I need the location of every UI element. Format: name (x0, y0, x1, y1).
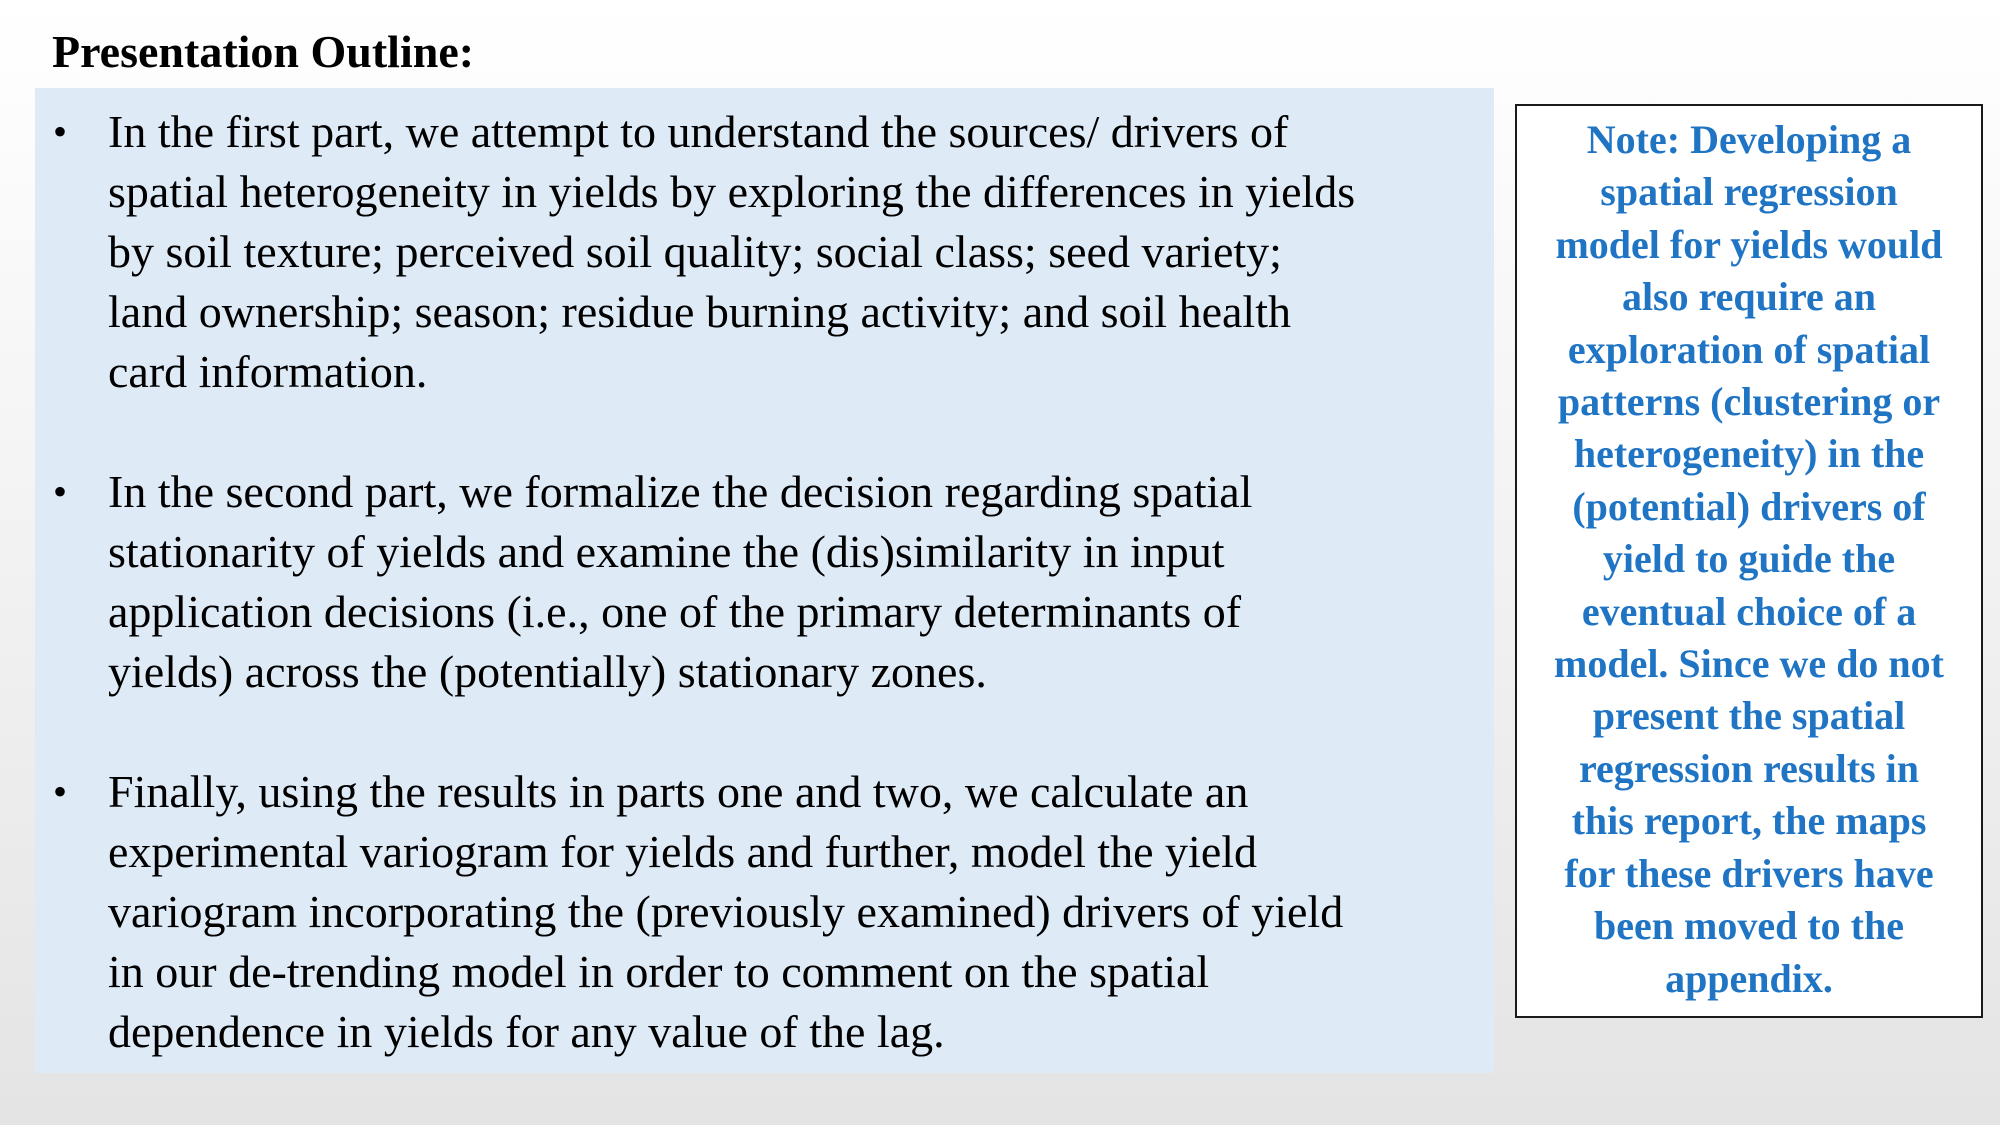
note-line: spatial regression (1600, 169, 1898, 215)
note-line: eventual choice of a (1581, 588, 1917, 634)
bullet-text: Finally, using the results in parts one … (108, 762, 1508, 1062)
note-line: (potential) drivers of (1572, 483, 1926, 529)
note-line: been moved to the (1594, 903, 1904, 949)
bullet-dot: • (53, 469, 68, 514)
note-box: Note: Developing a spatial regression mo… (1515, 104, 1983, 1018)
bullet-text-line: land ownership; season; residue burning … (108, 286, 1291, 337)
bullet-text-line: in our de-trending model in order to com… (108, 946, 1210, 997)
bullet-dot: • (53, 109, 68, 154)
bullet-text-line: experimental variogram for yields and fu… (108, 826, 1258, 877)
bullet-text: In the second part, we formalize the dec… (108, 462, 1508, 702)
bullet-text-line: stationarity of yields and examine the (… (108, 526, 1225, 577)
bullet-text: In the first part, we attempt to underst… (108, 102, 1508, 402)
note-line: yield to guide the (1602, 536, 1896, 582)
note-line: also require an (1621, 274, 1877, 320)
bullet-text-line: spatial heterogeneity in yields by explo… (108, 166, 1356, 217)
bullet-text-line: by soil texture; perceived soil quality;… (108, 226, 1282, 277)
note-line: this report, the maps (1571, 798, 1927, 844)
note-line: patterns (clustering or (1557, 379, 1941, 425)
bullet-text-line: In the first part, we attempt to underst… (108, 106, 1289, 157)
bullet-dot: • (53, 769, 68, 814)
bullet-text-line: card information. (108, 346, 428, 397)
note-line: model for yields would (1555, 221, 1943, 267)
bullet-text-line: In the second part, we formalize the dec… (108, 466, 1253, 517)
note-line: model. Since we do not (1554, 641, 1944, 687)
slide-title: Presentation Outline: (52, 26, 475, 77)
slide: { "slide": { "title": "Presentation Outl… (0, 0, 2000, 1125)
note-line: regression results in (1578, 745, 1920, 791)
note-line: for these drivers have (1564, 850, 1934, 896)
note-line: exploration of spatial (1567, 326, 1931, 372)
note-line: appendix. (1665, 955, 1833, 1001)
note-text: Note: Developing a spatial regression mo… (1517, 114, 1981, 1005)
note-line: heterogeneity) in the (1573, 431, 1925, 477)
outline-box: • In the first part, we attempt to under… (35, 88, 1494, 1073)
bullet-text-line: yields) across the (potentially) station… (108, 646, 987, 697)
note-line: present the spatial (1592, 693, 1906, 739)
bullet-text-line: variogram incorporating the (previously … (108, 886, 1344, 937)
bullet-text-line: application decisions (i.e., one of the … (108, 586, 1242, 637)
bullet-text-line: Finally, using the results in parts one … (108, 766, 1249, 817)
bullet-text-line: dependence in yields for any value of th… (108, 1006, 945, 1057)
note-line: Note: Developing a (1586, 117, 1912, 162)
